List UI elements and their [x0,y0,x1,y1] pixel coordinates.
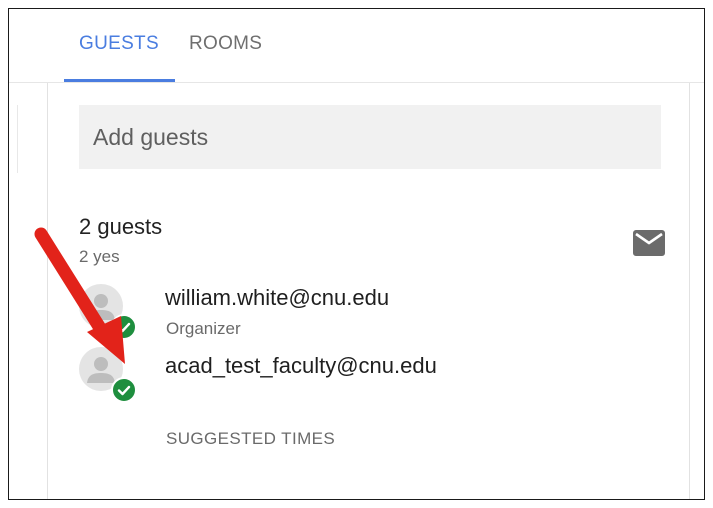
suggested-times-link[interactable]: SUGGESTED TIMES [166,429,335,449]
active-tab-indicator [64,79,175,82]
check-circle-icon [111,377,137,403]
guest-yes-count: 2 yes [79,247,120,266]
guest-row[interactable]: william.white@cnu.edu Organizer [79,284,639,346]
guest-row[interactable]: acad_test_faculty@cnu.edu [79,347,639,409]
tab-rooms[interactable]: ROOMS [189,33,262,55]
guest-email: acad_test_faculty@cnu.edu [165,353,437,378]
guest-email: william.white@cnu.edu [165,285,390,310]
divider-right [689,83,690,499]
tab-guests[interactable]: GUESTS [79,33,159,55]
tab-bar: GUESTS ROOMS [9,9,704,83]
add-guests-input[interactable] [79,105,661,169]
mail-icon[interactable] [633,230,665,256]
guest-role: Organizer [166,319,241,338]
event-guests-panel: GUESTS ROOMS 2 guests 2 yes william.whit… [8,8,705,500]
divider-left-short [17,105,18,173]
guest-count: 2 guests [79,214,163,239]
divider-left [47,83,48,499]
check-circle-icon [111,314,137,340]
